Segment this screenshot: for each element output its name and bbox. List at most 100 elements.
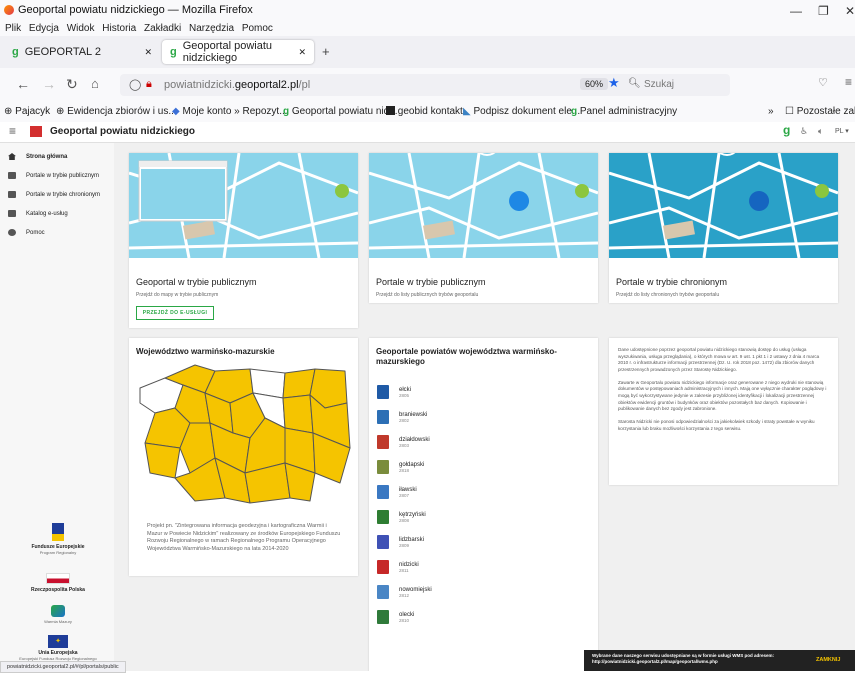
go-to-service-button[interactable]: PRZEJDŹ DO E-USŁUGI [136,306,214,320]
accessibility-icon[interactable]: ♿︎ [800,126,808,137]
menu-item-view[interactable]: Widok [67,23,95,34]
minimize-button[interactable]: — [790,4,802,18]
folder-icon: ☐ [785,106,794,117]
zoom-level-button[interactable]: 60% [580,78,609,90]
county-list: ełcki 2805 braniewski 2802 działdowski 2803… [377,381,432,628]
home-icon[interactable]: ⌂ [91,76,99,91]
logo-rzeczpospolita: Rzeczpospolita Polska [8,573,108,593]
globe-icon: ⊕ [4,106,13,117]
county-item-dzialdowski[interactable]: działdowski 2803 [377,431,432,453]
card-disclaimer: Dane udostępnione poprzez geoportal powi… [609,338,838,485]
menu-item-history[interactable]: Historia [102,23,136,34]
card-counties: Geoportale powiatów województwa warmińsk… [369,338,598,671]
sidebar-item-protected-portals[interactable]: Portale w trybie chronionym [8,191,100,198]
county-crest-icon [377,410,389,424]
tab-close-icon[interactable]: ✕ [144,47,152,58]
reload-icon[interactable]: ↻ [66,76,78,93]
menu-hamburger-icon[interactable]: ≡ [845,75,852,89]
disclaimer-paragraph: Dane udostępnione poprzez geoportal powi… [618,347,820,372]
menu-bar: Plik Edycja Widok Historia Zakładki Narz… [0,22,855,36]
tab-close-icon[interactable]: ✕ [298,47,306,58]
bookmarks-overflow-button[interactable]: » [768,106,774,117]
disclaimer-paragraph: Zawarte w Geoportalu powiatu nidzickiego… [618,379,827,412]
back-icon[interactable]: ← [16,76,30,92]
bookmark-panel[interactable]: g Panel administracyjny [571,106,677,117]
sidebar-item-public-portals[interactable]: Portale w trybie publicznym [8,172,99,179]
card-public-geoportal[interactable]: Geoportal w trybie publicznym Przejdź do… [129,153,358,328]
tab-bar: g GEOPORTAL 2 ✕ g Geoportal powiatu nidz… [0,36,855,68]
menu-item-file[interactable]: Plik [5,23,21,34]
menu-item-help[interactable]: Pomoc [242,23,273,34]
sidebar-item-help[interactable]: Pomoc [8,229,45,236]
folder-icon [8,210,16,217]
main-content: Geoportal w trybie publicznym Przejdź do… [114,143,855,671]
bookmark-moje-konto[interactable]: ◆ Moje konto » Repozyt... [172,106,288,117]
county-item-olecki[interactable]: olecki 2810 [377,606,432,628]
people-icon [8,172,16,179]
county-item-nowomiejski[interactable]: nowomiejski 2812 [377,581,432,603]
project-description: Projekt pn. "Zintegrowana informacja geo… [147,523,341,553]
card-public-portals[interactable]: Portale w trybie publicznym Przejdź do l… [369,153,598,303]
county-crest-icon [377,510,389,524]
language-selector[interactable]: PL ▾ [835,127,849,135]
menu-item-tools[interactable]: Narzędzia [189,23,234,34]
url-bar[interactable]: ◯ 🔒︎ powiatnidzicki.geoportal2.pl/pl 60%… [120,74,730,96]
bookmark-ewidencja[interactable]: ⊕ Ewidencja zbiorów i us... [56,106,177,117]
bookmark-star-icon[interactable]: ★ [608,75,620,91]
county-item-goldapski[interactable]: gołdapski 2818 [377,456,432,478]
close-window-button[interactable]: ✕ [845,4,855,18]
tab-geoportal-nidzicki[interactable]: g Geoportal powiatu nidzickiego ✕ [162,40,314,64]
geoportal-logo-icon: g [12,46,19,58]
search-input[interactable]: Szukaj [644,79,674,90]
menu-item-edit[interactable]: Edycja [29,23,59,34]
sidebar-item-catalog[interactable]: Katalog e-usług [8,210,68,217]
tab-label: GEOPORTAL 2 [24,46,101,58]
bookmark-pajacyk[interactable]: ⊕ Pajacyk [4,106,50,117]
county-crest-icon [377,460,389,474]
county-item-elcki[interactable]: ełcki 2805 [377,381,432,403]
county-item-nidzicki[interactable]: nidzicki 2811 [377,556,432,578]
geoportal-logo-icon[interactable]: g [783,123,790,137]
app-header: ≡ Geoportal powiatu nidzickiego g ♿︎ 🔈︎ … [0,122,855,143]
card-title: Portale w trybie publicznym [376,277,486,287]
shield-icon[interactable]: ◯ [129,78,141,91]
county-item-braniewski[interactable]: braniewski 2802 [377,406,432,428]
app-title: Geoportal powiatu nidzickiego [50,126,196,137]
globe-icon: ⊕ [56,106,65,117]
hamburger-menu-icon[interactable]: ≡ [9,124,16,138]
url-text: powiatnidzicki.geoportal2.pl/pl [164,79,311,91]
tab-geoportal2[interactable]: g GEOPORTAL 2 ✕ [4,40,160,64]
audio-icon[interactable]: 🔈︎ [818,126,823,137]
pocket-icon[interactable]: ♡ [818,76,828,89]
county-crest-icon [377,385,389,399]
search-icon: 🔍︎ [628,78,641,89]
status-bar-url: powiatnidzicki.geoportal2.pl/#/pl/portal… [0,661,126,673]
map-illustration [129,153,358,258]
close-notice-button[interactable]: ZAMKNIJ [816,657,840,663]
bookmark-geobid[interactable]: geobid kontakt [386,106,463,117]
forward-icon[interactable]: → [42,76,56,92]
card-region: Województwo warmińsko-mazurskie Projekt … [129,338,358,576]
card-protected-portals[interactable]: Portale w trybie chronionym Przejdź do l… [609,153,838,303]
card-subtitle: Przejdź do listy publicznych trybów geop… [376,292,479,298]
insecure-lock-icon[interactable]: 🔒︎ [146,78,152,91]
region-map[interactable] [135,363,353,508]
geobid-icon [386,106,395,115]
new-tab-button[interactable]: + [322,44,330,59]
county-item-ilawski[interactable]: iławski 2807 [377,481,432,503]
geoportal-logo-icon: g [283,106,290,117]
map-illustration [609,153,838,258]
disclaimer-paragraph: Starosta Nidzicki nie ponosi odpowiedzia… [618,418,815,431]
menu-item-bookmarks[interactable]: Zakładki [144,23,181,34]
sidebar-item-home[interactable]: Strona główna [8,153,67,160]
county-item-ketrzynski[interactable]: kętrzyński 2808 [377,506,432,528]
bookmark-podpisz[interactable]: ◣ Podpisz dokument ele... [463,106,580,117]
other-bookmarks[interactable]: ☐ Pozostałe zakładki [785,106,855,117]
county-crest-icon [377,560,389,574]
maximize-button[interactable]: ❐ [818,4,829,18]
card-subtitle: Przejdź do listy chronionych trybów geop… [616,292,720,298]
bookmark-geoportal-nidzicki[interactable]: g Geoportal powiatu nid... [283,106,398,117]
logo-warmia-mazury: Warmia Mazury [8,605,108,624]
wms-notice-text: Wybrane dane naszego serwisu udostępnian… [592,653,774,665]
county-item-lidzbarski[interactable]: lidzbarski 2809 [377,531,432,553]
